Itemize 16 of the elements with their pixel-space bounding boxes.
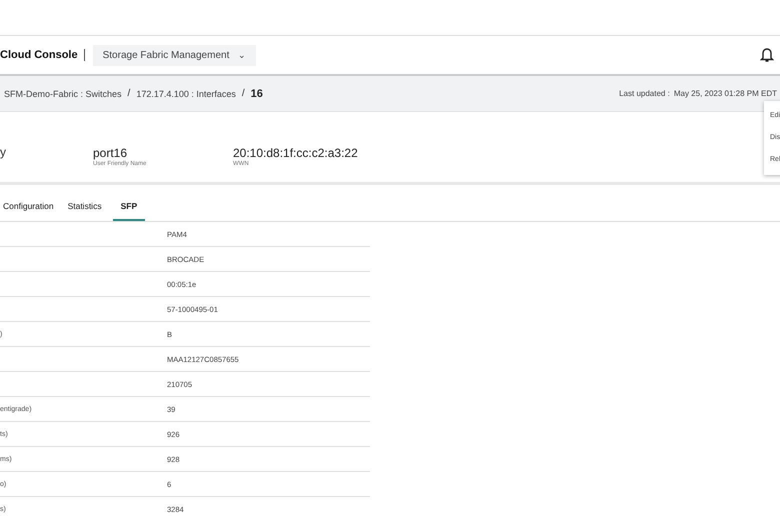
detail-value: port16 [93, 146, 128, 160]
tab[interactable]: Statistics [64, 201, 109, 221]
tab[interactable]: SFP [112, 201, 146, 221]
detail-value: y [0, 145, 6, 159]
app-switcher-dropdown[interactable]: Storage Fabric Management ⌄ [92, 44, 256, 66]
breadcrumb-separator: / [128, 88, 130, 99]
breadcrumb-link[interactable]: 172.17.4.100 : Interfaces [136, 88, 236, 98]
detail-value: 20:10:d8:1f:cc:c2:a3:22 [233, 146, 358, 160]
last-updated-time: May 25, 2023 01:28 PM EDT [674, 89, 777, 98]
breadcrumb-link[interactable]: 16 [250, 88, 263, 100]
breadcrumb-separator: / [242, 88, 245, 99]
brand-title: Cloud Console [0, 49, 78, 61]
notification-bell-icon[interactable] [760, 47, 774, 63]
breadcrumb-link[interactable]: SFM-Demo-Fabric : Switches [4, 88, 122, 98]
tab[interactable]: Configuration [0, 201, 61, 221]
last-updated-label: Last updated : [619, 89, 670, 98]
